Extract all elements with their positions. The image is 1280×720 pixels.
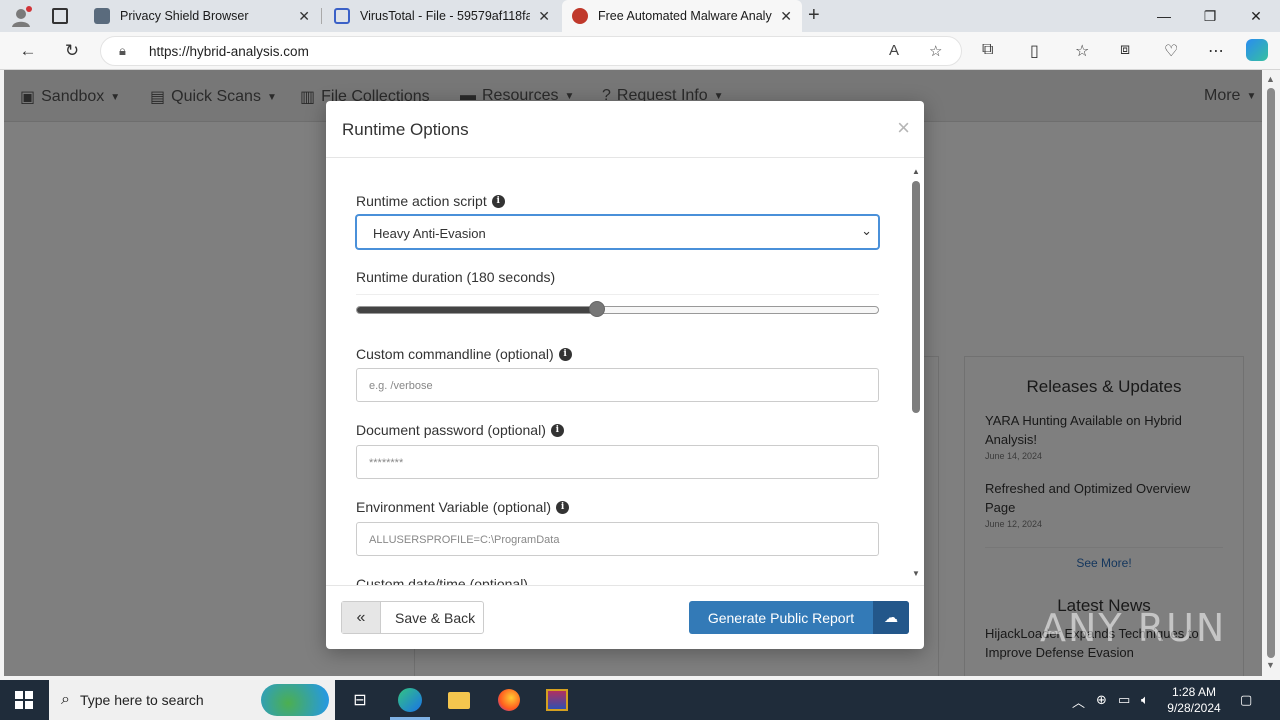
- restore-button[interactable]: ❐: [1187, 0, 1233, 32]
- page-scroll-thumb[interactable]: [1267, 88, 1275, 658]
- search-highlight-icon: [261, 684, 329, 716]
- notifications-icon[interactable]: ▢: [1240, 692, 1252, 708]
- taskbar-search[interactable]: ⌕ Type here to search: [49, 680, 335, 720]
- label-text: Runtime action script: [356, 193, 487, 209]
- label-text: Custom date/time (optional): [356, 576, 528, 585]
- network-icon[interactable]: ▭: [1118, 692, 1130, 708]
- placeholder: e.g. /verbose: [369, 380, 433, 392]
- tab-title: VirusTotal - File - 59579af118facc: [360, 9, 531, 23]
- virustotal-icon: [334, 8, 350, 24]
- settings-more-icon[interactable]: ⋯: [1208, 41, 1224, 61]
- close-tab-icon[interactable]: ✕: [298, 8, 310, 25]
- browser-essentials-icon[interactable]: ♡: [1164, 41, 1178, 61]
- generate-report-button[interactable]: Generate Public Report ☁: [689, 601, 909, 634]
- close-tab-icon[interactable]: ✕: [780, 8, 792, 25]
- runtime-options-modal: Runtime Options × Runtime action script …: [326, 101, 924, 649]
- url-text: https://hybrid-analysis.com: [149, 44, 309, 59]
- placeholder: ********: [369, 457, 404, 469]
- info-icon[interactable]: i: [558, 347, 572, 361]
- browser-tab-bar: Privacy Shield Browser ✕ VirusTotal - Fi…: [0, 0, 1280, 32]
- security-icon[interactable]: ⊕: [1096, 692, 1107, 708]
- favorite-star-icon[interactable]: ☆: [929, 42, 942, 60]
- winrar-icon[interactable]: [537, 684, 577, 716]
- info-icon[interactable]: i: [491, 194, 505, 208]
- duration-slider-handle[interactable]: [588, 301, 605, 317]
- new-tab-button[interactable]: +: [808, 4, 830, 28]
- modal-header: Runtime Options ×: [326, 101, 924, 158]
- envvar-label: Environment Variable (optional) i: [356, 499, 570, 515]
- refresh-button[interactable]: ↻: [58, 38, 86, 64]
- save-back-button[interactable]: « Save & Back: [341, 601, 484, 634]
- envvar-input[interactable]: ALLUSERSPROFILE=C:\ProgramData: [356, 522, 879, 556]
- start-button[interactable]: [0, 680, 48, 720]
- tab-privacy-shield[interactable]: Privacy Shield Browser ✕: [84, 0, 320, 32]
- read-aloud-icon[interactable]: A: [889, 42, 899, 59]
- runtime-script-label: Runtime action script i: [356, 193, 505, 209]
- label-text: Runtime duration (180 seconds): [356, 269, 556, 285]
- double-chevron-left-icon: «: [342, 602, 381, 633]
- chevron-down-icon: ⌄: [861, 223, 872, 238]
- url-field[interactable]: 🔒︎ https://hybrid-analysis.com A ☆: [100, 36, 962, 66]
- button-label: Save & Back: [395, 609, 476, 626]
- cmdline-label: Custom commandline (optional) i: [356, 346, 572, 362]
- close-window-button[interactable]: ✕: [1233, 0, 1279, 32]
- search-icon: ⌕: [61, 691, 70, 708]
- duration-slider-track[interactable]: [356, 306, 879, 314]
- volume-icon[interactable]: 🔈︎: [1141, 692, 1149, 708]
- info-icon[interactable]: i: [556, 500, 570, 514]
- split-screen-icon[interactable]: ▯: [1030, 41, 1039, 61]
- runtime-script-select[interactable]: Heavy Anti-Evasion ⌄: [356, 215, 879, 249]
- clock-date: 9/28/2024: [1167, 701, 1221, 715]
- show-hidden-icons[interactable]: ︿: [1072, 692, 1085, 711]
- search-placeholder: Type here to search: [79, 692, 204, 708]
- docpw-input[interactable]: ********: [356, 445, 879, 479]
- tab-title: Privacy Shield Browser: [120, 9, 249, 23]
- label-text: Environment Variable (optional): [356, 499, 552, 515]
- clock-time: 1:28 AM: [1171, 685, 1217, 699]
- button-label: Generate Public Report: [707, 609, 855, 626]
- label-text: Custom commandline (optional): [356, 346, 554, 362]
- windows-logo-icon: [15, 691, 33, 709]
- select-value: Heavy Anti-Evasion: [373, 226, 486, 241]
- extensions-icon[interactable]: ⧉: [982, 41, 993, 59]
- info-icon[interactable]: i: [550, 423, 564, 437]
- hybrid-analysis-icon: [572, 8, 588, 24]
- modal-body: Runtime action script i Heavy Anti-Evasi…: [326, 159, 924, 585]
- cmdline-input[interactable]: e.g. /verbose: [356, 368, 879, 402]
- custom-date-label: Custom date/time (optional): [356, 576, 528, 585]
- shield-icon: [94, 8, 110, 24]
- tab-virustotal[interactable]: VirusTotal - File - 59579af118facc ✕: [324, 0, 560, 32]
- tab-hybrid-analysis[interactable]: Free Automated Malware Analysi ✕: [562, 0, 802, 32]
- anyrun-watermark: ANY RUN: [1040, 606, 1227, 650]
- copilot-icon[interactable]: [1246, 39, 1268, 61]
- modal-scroll-thumb[interactable]: [912, 181, 920, 413]
- placeholder: ALLUSERSPROFILE=C:\ProgramData: [369, 534, 560, 546]
- modal-title: Runtime Options: [342, 120, 469, 139]
- tab-title: Free Automated Malware Analysi: [598, 9, 773, 23]
- system-clock[interactable]: 1:28 AM 9/28/2024: [1160, 684, 1228, 716]
- docpw-label: Document password (optional) i: [356, 422, 564, 438]
- label-text: Document password (optional): [356, 422, 546, 438]
- file-explorer-icon[interactable]: [439, 684, 479, 716]
- address-bar-row: ← ↻ 🔒︎ https://hybrid-analysis.com A ☆ ⧉…: [0, 32, 1280, 70]
- favorites-icon[interactable]: ☆: [1075, 41, 1089, 61]
- edge-icon[interactable]: [390, 684, 430, 716]
- duration-label: Runtime duration (180 seconds): [356, 269, 555, 285]
- cloud-upload-icon: ☁: [873, 601, 909, 634]
- back-button[interactable]: ←: [14, 38, 42, 64]
- page-scrollbar[interactable]: ▲ ▼: [1262, 70, 1280, 676]
- task-view-icon[interactable]: ⊟: [340, 684, 380, 716]
- modal-close-button[interactable]: ×: [897, 115, 910, 141]
- minimize-button[interactable]: —: [1141, 0, 1187, 32]
- close-tab-icon[interactable]: ✕: [538, 8, 550, 25]
- modal-scrollbar[interactable]: ▲ ▼: [910, 167, 922, 581]
- firefox-icon[interactable]: [489, 684, 529, 716]
- profile-icon[interactable]: [10, 6, 32, 28]
- collections-icon[interactable]: ⧈: [1120, 41, 1130, 59]
- tab-actions-icon[interactable]: [52, 8, 68, 24]
- windows-taskbar: ⌕ Type here to search ⊟ ︿ ⊕ ▭ 🔈︎ 1:28 AM…: [0, 680, 1280, 720]
- modal-footer: « Save & Back Generate Public Report ☁: [326, 585, 924, 649]
- lock-icon: 🔒︎: [119, 43, 126, 58]
- duration-slider-fill: [357, 307, 597, 313]
